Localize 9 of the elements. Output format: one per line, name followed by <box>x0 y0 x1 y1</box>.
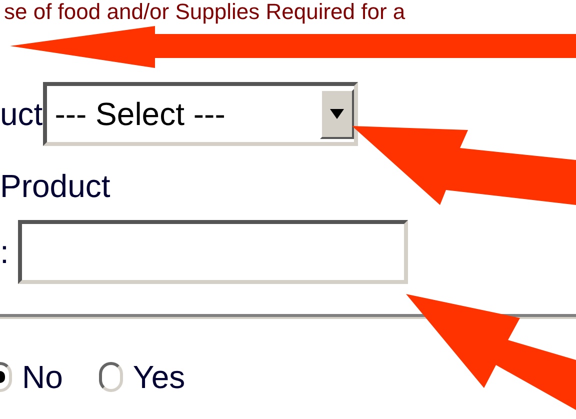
field-label: : <box>0 236 10 268</box>
product-heading: Product <box>0 170 112 202</box>
product-select[interactable]: --- Select --- <box>42 82 358 146</box>
radio-button[interactable] <box>98 362 123 392</box>
product-input[interactable] <box>18 220 408 284</box>
field-label: uct <box>0 98 43 130</box>
radio-label: No <box>22 361 63 393</box>
radio-label: Yes <box>132 361 186 393</box>
header-text: se of food and/or Supplies Required for a <box>4 0 406 24</box>
